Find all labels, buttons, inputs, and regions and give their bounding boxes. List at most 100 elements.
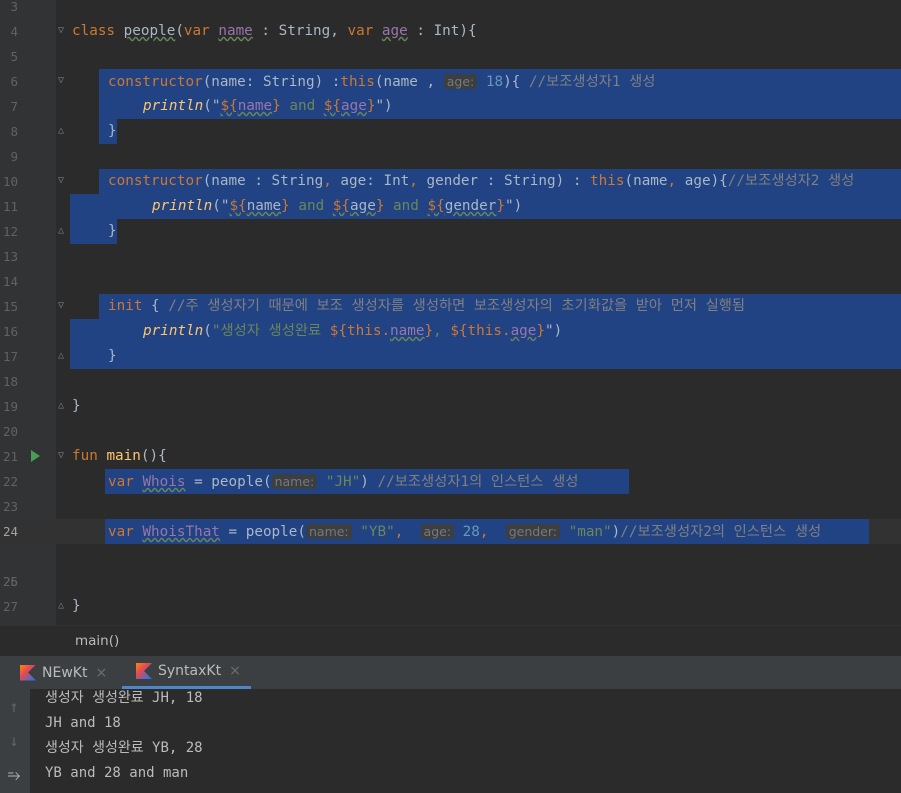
line-number: 15 — [2, 299, 18, 314]
breadcrumb-item-main[interactable]: main() — [75, 626, 119, 657]
line-number: 19 — [2, 399, 18, 414]
code-line[interactable]: 15 ▽ init { //주 생성자기 때문에 보조 생성자를 생성하면 보조… — [0, 294, 901, 319]
fold-open-icon[interactable]: ▽ — [58, 176, 68, 186]
breadcrumb[interactable]: main() — [0, 625, 901, 657]
close-icon[interactable]: × — [95, 665, 107, 681]
fold-close-icon[interactable]: △ — [58, 401, 68, 411]
line-number: 21 — [2, 449, 18, 464]
code-line[interactable]: 4 ▽ class people(var name : String, var … — [0, 19, 901, 44]
kotlin-file-icon — [136, 663, 152, 679]
code-line[interactable]: 10 ▽ constructor(name : String, age: Int… — [0, 169, 901, 194]
close-icon[interactable]: × — [229, 663, 241, 679]
tab-newkt[interactable]: NEwKt × — [20, 656, 107, 689]
code-line[interactable]: 19 △ } — [0, 394, 901, 419]
code-text: class people(var name : String, var age … — [72, 23, 477, 39]
line-number: 26 — [2, 574, 18, 589]
console-toolbar: ↑ ↓ ⥱ — [0, 689, 30, 793]
line-number: 16 — [2, 324, 18, 339]
code-line[interactable]: 9 — [0, 144, 901, 169]
fold-close-icon[interactable]: △ — [58, 226, 68, 236]
fold-open-icon[interactable]: ▽ — [58, 451, 68, 461]
code-line[interactable]: 20 — [0, 419, 901, 444]
code-text: } — [108, 223, 117, 239]
code-line[interactable]: 27 △ } — [0, 594, 901, 619]
code-text: constructor(name: String) :this(name , a… — [108, 74, 656, 90]
code-text: } — [108, 123, 117, 139]
line-number: 18 — [2, 374, 18, 389]
arrow-up-icon[interactable]: ↑ — [6, 697, 22, 716]
fold-close-icon[interactable]: △ — [58, 351, 68, 361]
line-number: 14 — [2, 274, 18, 289]
console-output-line: JH and 18 — [45, 715, 121, 731]
code-line[interactable]: 22 var Whois = people(name: "JH") //보조생성… — [0, 469, 901, 494]
code-line[interactable]: 12 △ } — [0, 219, 901, 244]
line-number: 12 — [2, 224, 18, 239]
code-line[interactable]: 21 ▽ fun main(){ — [0, 444, 901, 469]
console-output-line: YB and 28 and man — [45, 765, 189, 781]
code-text: } — [72, 598, 81, 614]
line-number: 4 — [10, 24, 18, 39]
line-number: 8 — [10, 124, 18, 139]
code-text: println("생성자 생성완료 ${this.name}, ${this.a… — [143, 323, 563, 339]
code-text: println("${name} and ${age}") — [143, 98, 393, 114]
fold-close-icon[interactable]: △ — [58, 126, 68, 136]
run-tool-window-tabs: NEwKt × SyntaxKt × — [0, 656, 901, 690]
run-icon[interactable] — [31, 450, 40, 462]
tab-syntaxkt[interactable]: SyntaxKt × — [122, 656, 251, 689]
code-line[interactable]: 11 println("${name} and ${age} and ${gen… — [0, 194, 901, 219]
line-number: 24 — [2, 524, 18, 539]
code-text: } — [72, 398, 81, 414]
code-line[interactable]: 3 — [0, 0, 901, 19]
code-text: println("${name} and ${age} and ${gender… — [152, 198, 523, 214]
param-hint: name: — [271, 474, 318, 489]
line-number: 9 — [10, 149, 18, 164]
line-number: 10 — [2, 174, 18, 189]
kotlin-file-icon — [20, 664, 36, 681]
line-number: 23 — [2, 499, 18, 514]
fold-open-icon[interactable]: ▽ — [58, 76, 68, 86]
code-line[interactable]: 17 △ } — [0, 344, 901, 369]
code-line[interactable]: 18 — [0, 369, 901, 394]
code-text: init { //주 생성자기 때문에 보조 생성자를 생성하면 보조생성자의 … — [108, 298, 746, 314]
code-line[interactable]: 26 — [0, 569, 901, 594]
tab-label: NEwKt — [42, 664, 88, 681]
line-number: 22 — [2, 474, 18, 489]
fold-open-icon[interactable]: ▽ — [58, 26, 68, 36]
line-number: 3 — [10, 0, 18, 14]
fold-close-icon[interactable]: △ — [58, 601, 68, 611]
line-number: 13 — [2, 249, 18, 264]
param-hint: gender: — [505, 524, 560, 539]
code-text: var WhoisThat = people(name: "YB", age: … — [108, 524, 822, 540]
console-output-line: 생성자 생성완료 YB, 28 — [45, 740, 203, 756]
line-number: 6 — [10, 74, 18, 89]
line-number: 17 — [2, 349, 18, 364]
code-line[interactable]: 23 — [0, 494, 901, 519]
line-number: 5 — [10, 49, 18, 64]
code-editor[interactable]: 3 4 ▽ class people(var name : String, va… — [0, 0, 901, 625]
current-code-line[interactable]: 24 var WhoisThat = people(name: "YB", ag… — [0, 519, 901, 544]
code-text: } — [108, 348, 117, 364]
line-number: 7 — [10, 99, 18, 114]
code-line[interactable]: 16 println("생성자 생성완료 ${this.name}, ${thi… — [0, 319, 901, 344]
line-number: 20 — [2, 424, 18, 439]
line-number: 11 — [2, 199, 18, 214]
tab-label: SyntaxKt — [158, 663, 222, 679]
code-line[interactable]: 5 — [0, 44, 901, 69]
code-line[interactable]: 6 ▽ constructor(name: String) :this(name… — [0, 69, 901, 94]
code-text: constructor(name : String, age: Int, gen… — [108, 173, 855, 189]
code-line[interactable]: 14 — [0, 269, 901, 294]
fold-open-icon[interactable]: ▽ — [58, 301, 68, 311]
code-line[interactable]: 13 — [0, 244, 901, 269]
soft-wrap-icon[interactable]: ⥱ — [6, 765, 22, 785]
arrow-down-icon[interactable]: ↓ — [6, 731, 22, 750]
selection-highlight — [70, 344, 901, 369]
param-hint: age: — [443, 74, 478, 89]
code-text: fun main(){ — [72, 448, 167, 464]
code-text: var Whois = people(name: "JH") //보조생성자1의… — [108, 474, 579, 490]
run-console[interactable]: ↑ ↓ ⥱ 생성자 생성완료 JH, 18 JH and 18 생성자 생성완료… — [0, 689, 901, 793]
console-output-line: 생성자 생성완료 JH, 18 — [45, 690, 203, 706]
code-line[interactable]: 7 println("${name} and ${age}") — [0, 94, 901, 119]
param-hint: age: — [420, 524, 455, 539]
param-hint: name: — [305, 524, 352, 539]
code-line[interactable]: 8 △ } — [0, 119, 901, 144]
